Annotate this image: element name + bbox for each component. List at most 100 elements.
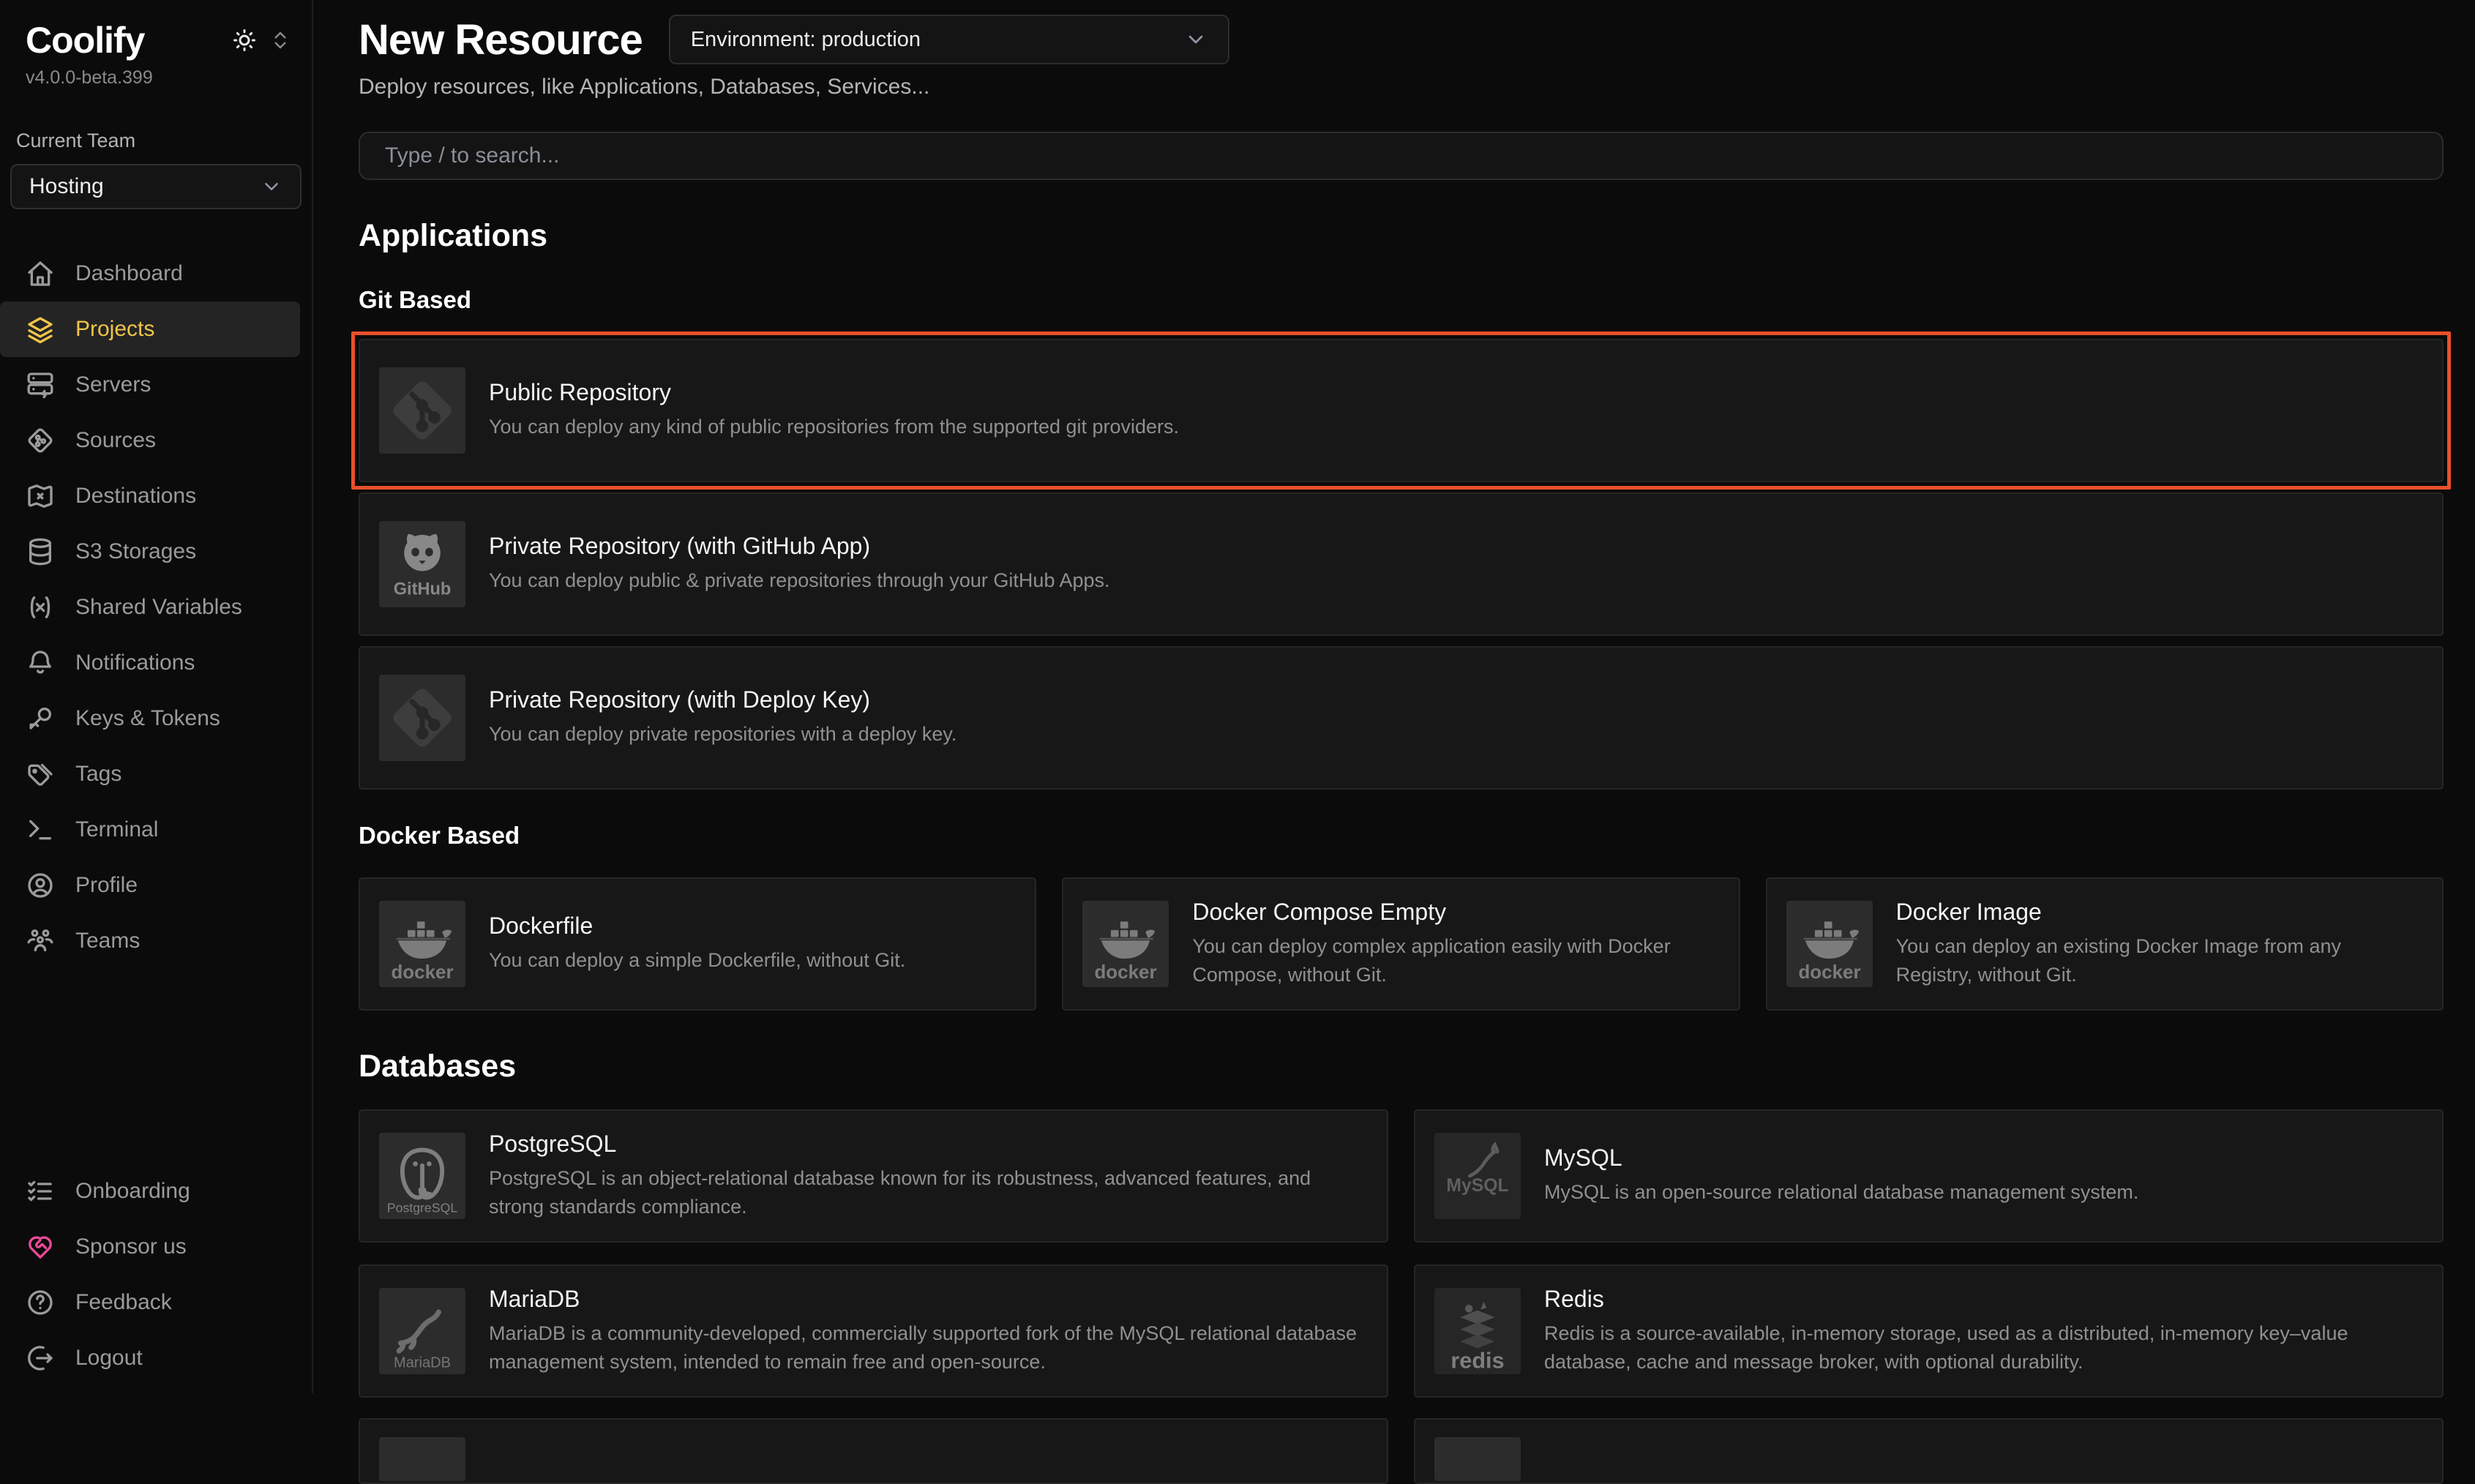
sidebar-footer-nav: Onboarding Sponsor us Feedback Logout [0, 1163, 312, 1393]
docker-logo-tile: docker [379, 901, 465, 987]
highlighted-card-wrapper: Public Repository You can deploy any kin… [359, 339, 2444, 482]
partial-next-row [359, 1418, 2444, 1484]
sidebar-item-tags[interactable]: Tags [0, 746, 300, 802]
card-private-repository-deploy-key[interactable]: Private Repository (with Deploy Key) You… [359, 646, 2444, 790]
card-description: You can deploy private repositories with… [489, 720, 956, 749]
home-icon [26, 259, 55, 288]
bell-icon [26, 648, 55, 678]
tags-icon [26, 760, 55, 789]
current-team-label: Current Team [0, 89, 312, 152]
map-icon [26, 481, 55, 511]
terminal-icon [26, 815, 55, 844]
chevron-down-icon [261, 176, 282, 198]
card-title: Docker Compose Empty [1192, 899, 1719, 926]
git-logo-tile [379, 367, 465, 454]
docker-icon: docker [379, 901, 465, 987]
card-redis[interactable]: redis Redis Redis is a source-available,… [1414, 1264, 2444, 1398]
section-title-databases: Databases [359, 1049, 2444, 1084]
team-select-value: Hosting [29, 174, 104, 199]
theme-toggle-sun-icon[interactable] [231, 27, 258, 53]
sidebar-item-teams[interactable]: Teams [0, 913, 300, 969]
sidebar-item-sources[interactable]: Sources [0, 413, 300, 468]
sidebar-header: Coolify [0, 0, 312, 61]
card-description: You can deploy an existing Docker Image … [1896, 932, 2423, 989]
card-description: PostgreSQL is an object-relational datab… [489, 1164, 1368, 1221]
card-title: Redis [1544, 1286, 2423, 1313]
card-partial[interactable] [359, 1418, 1388, 1484]
card-partial[interactable] [1414, 1418, 2444, 1484]
sidebar-item-servers[interactable]: Servers [0, 357, 300, 413]
card-private-repository-github-app[interactable]: GitHub Private Repository (with GitHub A… [359, 492, 2444, 636]
postgresql-icon: PostgreSQL [379, 1133, 465, 1219]
sidebar-item-terminal[interactable]: Terminal [0, 802, 300, 858]
card-mariadb[interactable]: MariaDB MariaDB MariaDB is a community-d… [359, 1264, 1388, 1398]
sidebar-item-feedback[interactable]: Feedback [0, 1275, 300, 1330]
card-dockerfile[interactable]: docker Dockerfile You can deploy a simpl… [359, 877, 1036, 1011]
key-icon [26, 704, 55, 733]
database-icon [26, 537, 55, 566]
card-title: PostgreSQL [489, 1131, 1368, 1158]
environment-select-value: Environment: production [691, 28, 921, 52]
mariadb-icon: MariaDB [379, 1288, 465, 1374]
svg-text:docker: docker [1095, 961, 1157, 983]
mariadb-logo-tile: MariaDB [379, 1288, 465, 1374]
card-description: MySQL is an open-source relational datab… [1544, 1178, 2138, 1207]
docker-cards-grid: docker Dockerfile You can deploy a simpl… [359, 877, 2444, 1011]
sidebar-item-sponsor-us[interactable]: Sponsor us [0, 1219, 300, 1275]
logout-icon [26, 1344, 55, 1373]
card-public-repository[interactable]: Public Repository You can deploy any kin… [359, 339, 2444, 482]
docker-icon: docker [1082, 901, 1169, 987]
sidebar-item-notifications[interactable]: Notifications [0, 635, 300, 691]
mysql-icon: MySQL [1434, 1133, 1521, 1219]
sidebar-item-logout[interactable]: Logout [0, 1330, 300, 1386]
card-title: Dockerfile [489, 912, 905, 940]
docker-logo-tile: docker [1786, 901, 1873, 987]
card-title: Private Repository (with GitHub App) [489, 533, 1110, 560]
svg-text:MariaDB: MariaDB [394, 1355, 451, 1371]
layers-icon [26, 315, 55, 344]
svg-text:GitHub: GitHub [394, 579, 452, 598]
app-version: v4.0.0-beta.399 [0, 61, 312, 89]
heart-handshake-icon [26, 1232, 55, 1262]
svg-text:redis: redis [1450, 1349, 1504, 1374]
sidebar: Coolify v4.0.0-beta.399 Current Team Hos… [0, 0, 313, 1393]
redis-icon: redis [1434, 1288, 1521, 1374]
card-description: You can deploy a simple Dockerfile, with… [489, 946, 905, 975]
sidebar-item-projects[interactable]: Projects [0, 301, 300, 357]
card-postgresql[interactable]: PostgreSQL PostgreSQL PostgreSQL is an o… [359, 1109, 1388, 1243]
github-icon: GitHub [379, 521, 465, 607]
server-icon [26, 370, 55, 400]
sidebar-item-shared-variables[interactable]: Shared Variables [0, 580, 300, 635]
sidebar-item-onboarding[interactable]: Onboarding [0, 1163, 300, 1219]
card-title: Private Repository (with Deploy Key) [489, 686, 956, 713]
subsection-title-git-based: Git Based [359, 286, 2444, 314]
card-docker-compose-empty[interactable]: docker Docker Compose Empty You can depl… [1062, 877, 1740, 1011]
chevron-down-icon [1184, 28, 1207, 51]
chevrons-up-down-icon[interactable] [269, 29, 291, 51]
sidebar-item-s3-storages[interactable]: S3 Storages [0, 524, 300, 580]
card-description: Redis is a source-available, in-memory s… [1544, 1319, 2423, 1376]
sidebar-item-keys-tokens[interactable]: Keys & Tokens [0, 691, 300, 746]
git-icon [379, 675, 465, 761]
sidebar-item-destinations[interactable]: Destinations [0, 468, 300, 524]
sidebar-item-dashboard[interactable]: Dashboard [0, 246, 300, 301]
card-title: MariaDB [489, 1286, 1368, 1313]
card-title: Docker Image [1896, 899, 2423, 926]
card-description: You can deploy public & private reposito… [489, 566, 1110, 595]
users-icon [26, 926, 55, 956]
redis-logo-tile: redis [1434, 1288, 1521, 1374]
card-description: MariaDB is a community-developed, commer… [489, 1319, 1368, 1376]
page-title: New Resource [359, 15, 643, 64]
sidebar-item-profile[interactable]: Profile [0, 858, 300, 913]
card-docker-image[interactable]: docker Docker Image You can deploy an ex… [1766, 877, 2444, 1011]
main-content: New Resource Environment: production Dep… [313, 0, 2475, 1393]
section-title-applications: Applications [359, 218, 2444, 254]
svg-text:PostgreSQL: PostgreSQL [387, 1201, 458, 1215]
card-mysql[interactable]: MySQL MySQL MySQL is an open-source rela… [1414, 1109, 2444, 1243]
team-select[interactable]: Hosting [10, 164, 302, 209]
svg-text:docker: docker [1798, 961, 1860, 983]
search-input[interactable] [359, 132, 2444, 180]
docker-logo-tile: docker [1082, 901, 1169, 987]
docker-icon: docker [1786, 901, 1873, 987]
environment-select[interactable]: Environment: production [669, 15, 1229, 64]
